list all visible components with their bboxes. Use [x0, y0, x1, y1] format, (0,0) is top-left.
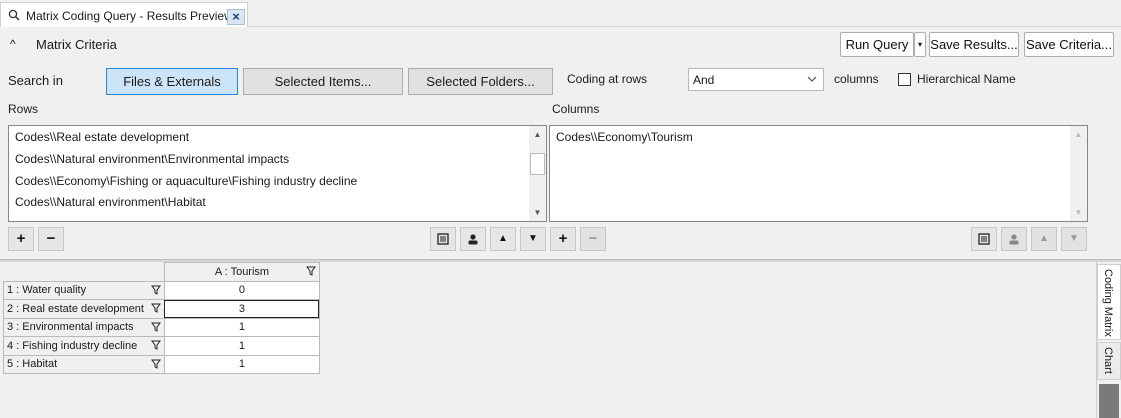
run-query-button[interactable]: Run Query [840, 32, 914, 57]
row-header[interactable]: 3 : Environmental impacts [3, 317, 165, 337]
operator-select-value: And [693, 73, 715, 87]
criteria-icon[interactable] [430, 227, 456, 251]
scroll-up-icon[interactable]: ▲ [529, 126, 546, 143]
rows-scrollbar[interactable]: ▲ ▼ [529, 126, 546, 221]
scroll-thumb[interactable] [530, 153, 545, 175]
row-header[interactable]: 4 : Fishing industry decline [3, 336, 165, 356]
remove-column-button[interactable]: − [580, 227, 606, 251]
filter-icon[interactable] [150, 303, 161, 313]
selected-items-button[interactable]: Selected Items... [243, 68, 403, 95]
tab-coding-matrix[interactable]: Coding Matrix [1097, 264, 1121, 340]
matrix-cell[interactable]: 1 [163, 336, 320, 356]
list-item[interactable]: Codes\\Economy\Fishing or aquaculture\Fi… [15, 174, 357, 188]
filter-icon[interactable] [150, 322, 161, 332]
save-criteria-button[interactable]: Save Criteria... [1024, 32, 1114, 57]
chevron-down-icon [807, 76, 817, 82]
run-query-dropdown-icon[interactable]: ▾ [914, 32, 926, 57]
columns-scrollbar[interactable]: ▲ ▼ [1070, 126, 1087, 221]
table-row: 2 : Real estate development 3 [3, 299, 320, 319]
row-header-label: 4 : Fishing industry decline [7, 339, 138, 352]
row-header-label: 5 : Habitat [7, 358, 58, 371]
person-icon[interactable] [1001, 227, 1027, 251]
tab-title: Matrix Coding Query - Results Preview [26, 9, 233, 23]
coding-matrix-table: A : Tourism 1 : Water quality 0 2 : Real… [3, 262, 320, 374]
row-header-label: 2 : Real estate development [7, 302, 144, 315]
close-icon[interactable]: × [227, 9, 245, 25]
list-item[interactable]: Codes\\Natural environment\Habitat [15, 195, 206, 209]
hierarchical-name-label: Hierarchical Name [917, 72, 1016, 86]
criteria-icon[interactable] [971, 227, 997, 251]
rows-list[interactable]: Codes\\Real estate development Codes\\Na… [8, 125, 547, 222]
results-pane: A : Tourism 1 : Water quality 0 2 : Real… [0, 262, 1096, 418]
move-down-button[interactable]: ▼ [520, 227, 546, 251]
move-up-button[interactable]: ▲ [1031, 227, 1057, 251]
coding-at-rows-label: Coding at rows [567, 72, 648, 86]
scroll-down-icon[interactable]: ▼ [529, 204, 546, 221]
filter-icon[interactable] [305, 266, 316, 276]
hierarchical-name-checkbox[interactable] [898, 73, 911, 86]
criteria-title: Matrix Criteria [36, 37, 117, 52]
selected-folders-button[interactable]: Selected Folders... [408, 68, 553, 95]
files-externals-button[interactable]: Files & Externals [106, 68, 238, 95]
columns-inline-label: columns [834, 72, 879, 86]
person-icon[interactable] [460, 227, 486, 251]
row-header-label: 3 : Environmental impacts [7, 321, 134, 334]
add-row-button[interactable]: + [8, 227, 34, 251]
document-tab-bar: Matrix Coding Query - Results Preview × [0, 0, 1121, 27]
add-column-button[interactable]: + [550, 227, 576, 251]
side-scrollbar[interactable] [1099, 384, 1119, 418]
side-tab-strip: Coding Matrix Chart [1096, 262, 1121, 418]
table-row: 5 : Habitat 1 [3, 354, 320, 374]
column-header[interactable]: A : Tourism [163, 262, 320, 282]
row-header[interactable]: 1 : Water quality [3, 280, 165, 300]
row-header[interactable]: 2 : Real estate development [3, 299, 165, 319]
list-item[interactable]: Codes\\Natural environment\Environmental… [15, 152, 289, 166]
tab-chart[interactable]: Chart [1097, 342, 1121, 380]
move-up-button[interactable]: ▲ [490, 227, 516, 251]
collapse-chevron-icon[interactable]: ^ [10, 37, 16, 51]
search-in-label: Search in [8, 73, 63, 88]
matrix-cell[interactable]: 3 [163, 299, 320, 319]
row-header-label: 1 : Water quality [7, 284, 87, 297]
row-header[interactable]: 5 : Habitat [3, 354, 165, 374]
table-row: 3 : Environmental impacts 1 [3, 317, 320, 337]
results-preview-tab[interactable]: Matrix Coding Query - Results Preview × [0, 2, 248, 27]
filter-icon[interactable] [150, 359, 161, 369]
scroll-down-icon[interactable]: ▼ [1070, 204, 1087, 221]
matrix-cell[interactable]: 0 [163, 280, 320, 300]
table-row: 1 : Water quality 0 [3, 280, 320, 300]
filter-icon[interactable] [150, 340, 161, 350]
matrix-cell[interactable]: 1 [163, 317, 320, 337]
list-item[interactable]: Codes\\Real estate development [15, 130, 189, 144]
tab-chart-label: Chart [1102, 347, 1114, 374]
tab-coding-matrix-label: Coding Matrix [1102, 269, 1114, 337]
list-item[interactable]: Codes\\Economy\Tourism [556, 130, 693, 144]
remove-row-button[interactable]: − [38, 227, 64, 251]
scroll-up-icon[interactable]: ▲ [1070, 126, 1087, 143]
move-down-button[interactable]: ▼ [1061, 227, 1087, 251]
rows-label: Rows [8, 102, 39, 116]
columns-label: Columns [552, 102, 600, 116]
column-header-label: A : Tourism [214, 265, 270, 278]
matrix-cell[interactable]: 1 [163, 354, 320, 374]
operator-select[interactable]: And [688, 68, 824, 91]
columns-list[interactable]: Codes\\Economy\Tourism ▲ ▼ [549, 125, 1088, 222]
query-icon [8, 9, 20, 21]
table-row: 4 : Fishing industry decline 1 [3, 336, 320, 356]
matrix-corner [3, 262, 165, 282]
save-results-button[interactable]: Save Results... [929, 32, 1019, 57]
filter-icon[interactable] [150, 285, 161, 295]
